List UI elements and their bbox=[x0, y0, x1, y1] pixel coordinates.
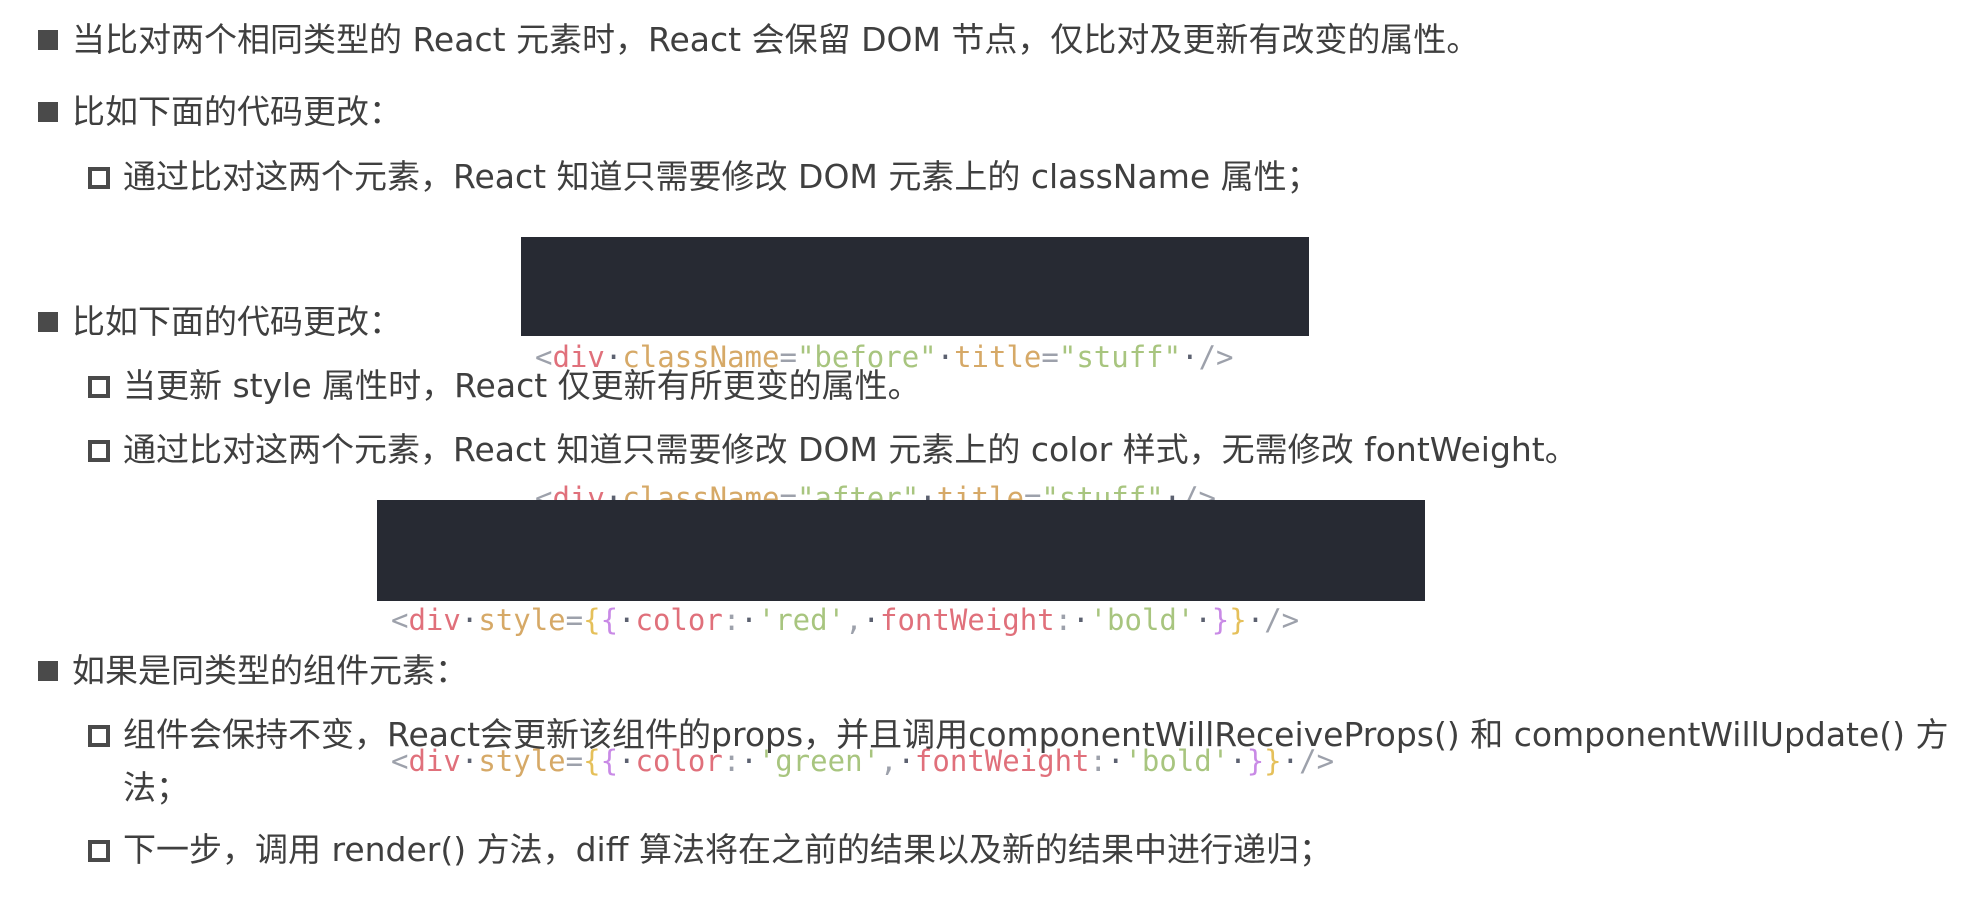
square-bullet-icon bbox=[38, 312, 58, 332]
bullet-text: 当比对两个相同类型的 React 元素时，React 会保留 DOM 节点，仅比… bbox=[72, 20, 1480, 59]
hollow-square-bullet-icon bbox=[88, 167, 110, 189]
bullet-text: 如果是同类型的组件元素： bbox=[72, 651, 468, 690]
hollow-square-bullet-icon bbox=[88, 376, 110, 398]
hollow-square-bullet-icon bbox=[88, 840, 110, 862]
hollow-square-bullet-icon bbox=[88, 440, 110, 462]
sub-bullet-text: 组件会保持不变，React会更新该组件的props，并且调用componentW… bbox=[123, 715, 1949, 754]
bullet-text: 比如下面的代码更改： bbox=[72, 92, 402, 131]
square-bullet-icon bbox=[38, 30, 58, 50]
sub-bullet-text: 下一步，调用 render() 方法，diff 算法将在之前的结果以及新的结果中… bbox=[123, 830, 1332, 869]
square-bullet-icon bbox=[38, 102, 58, 122]
sub-bullet-text: 法； bbox=[123, 768, 189, 807]
bullet-text: 比如下面的代码更改： bbox=[72, 302, 402, 341]
sub-bullet-text: 通过比对这两个元素，React 知道只需要修改 DOM 元素上的 color 样… bbox=[123, 430, 1578, 469]
code-block-classname: <div·className="before"·title="stuff"·/>… bbox=[521, 237, 1309, 515]
square-bullet-icon bbox=[38, 661, 58, 681]
hollow-square-bullet-icon bbox=[88, 725, 110, 747]
sub-bullet-text: 当更新 style 属性时，React 仅更新有所更变的属性。 bbox=[123, 366, 921, 405]
code-block-style: <div·style={{·color:·'red',·fontWeight:·… bbox=[377, 500, 1425, 778]
code-line: <div·style={{·color:·'red',·fontWeight:·… bbox=[391, 603, 1300, 637]
sub-bullet-text: 通过比对这两个元素，React 知道只需要修改 DOM 元素上的 classNa… bbox=[123, 157, 1320, 196]
